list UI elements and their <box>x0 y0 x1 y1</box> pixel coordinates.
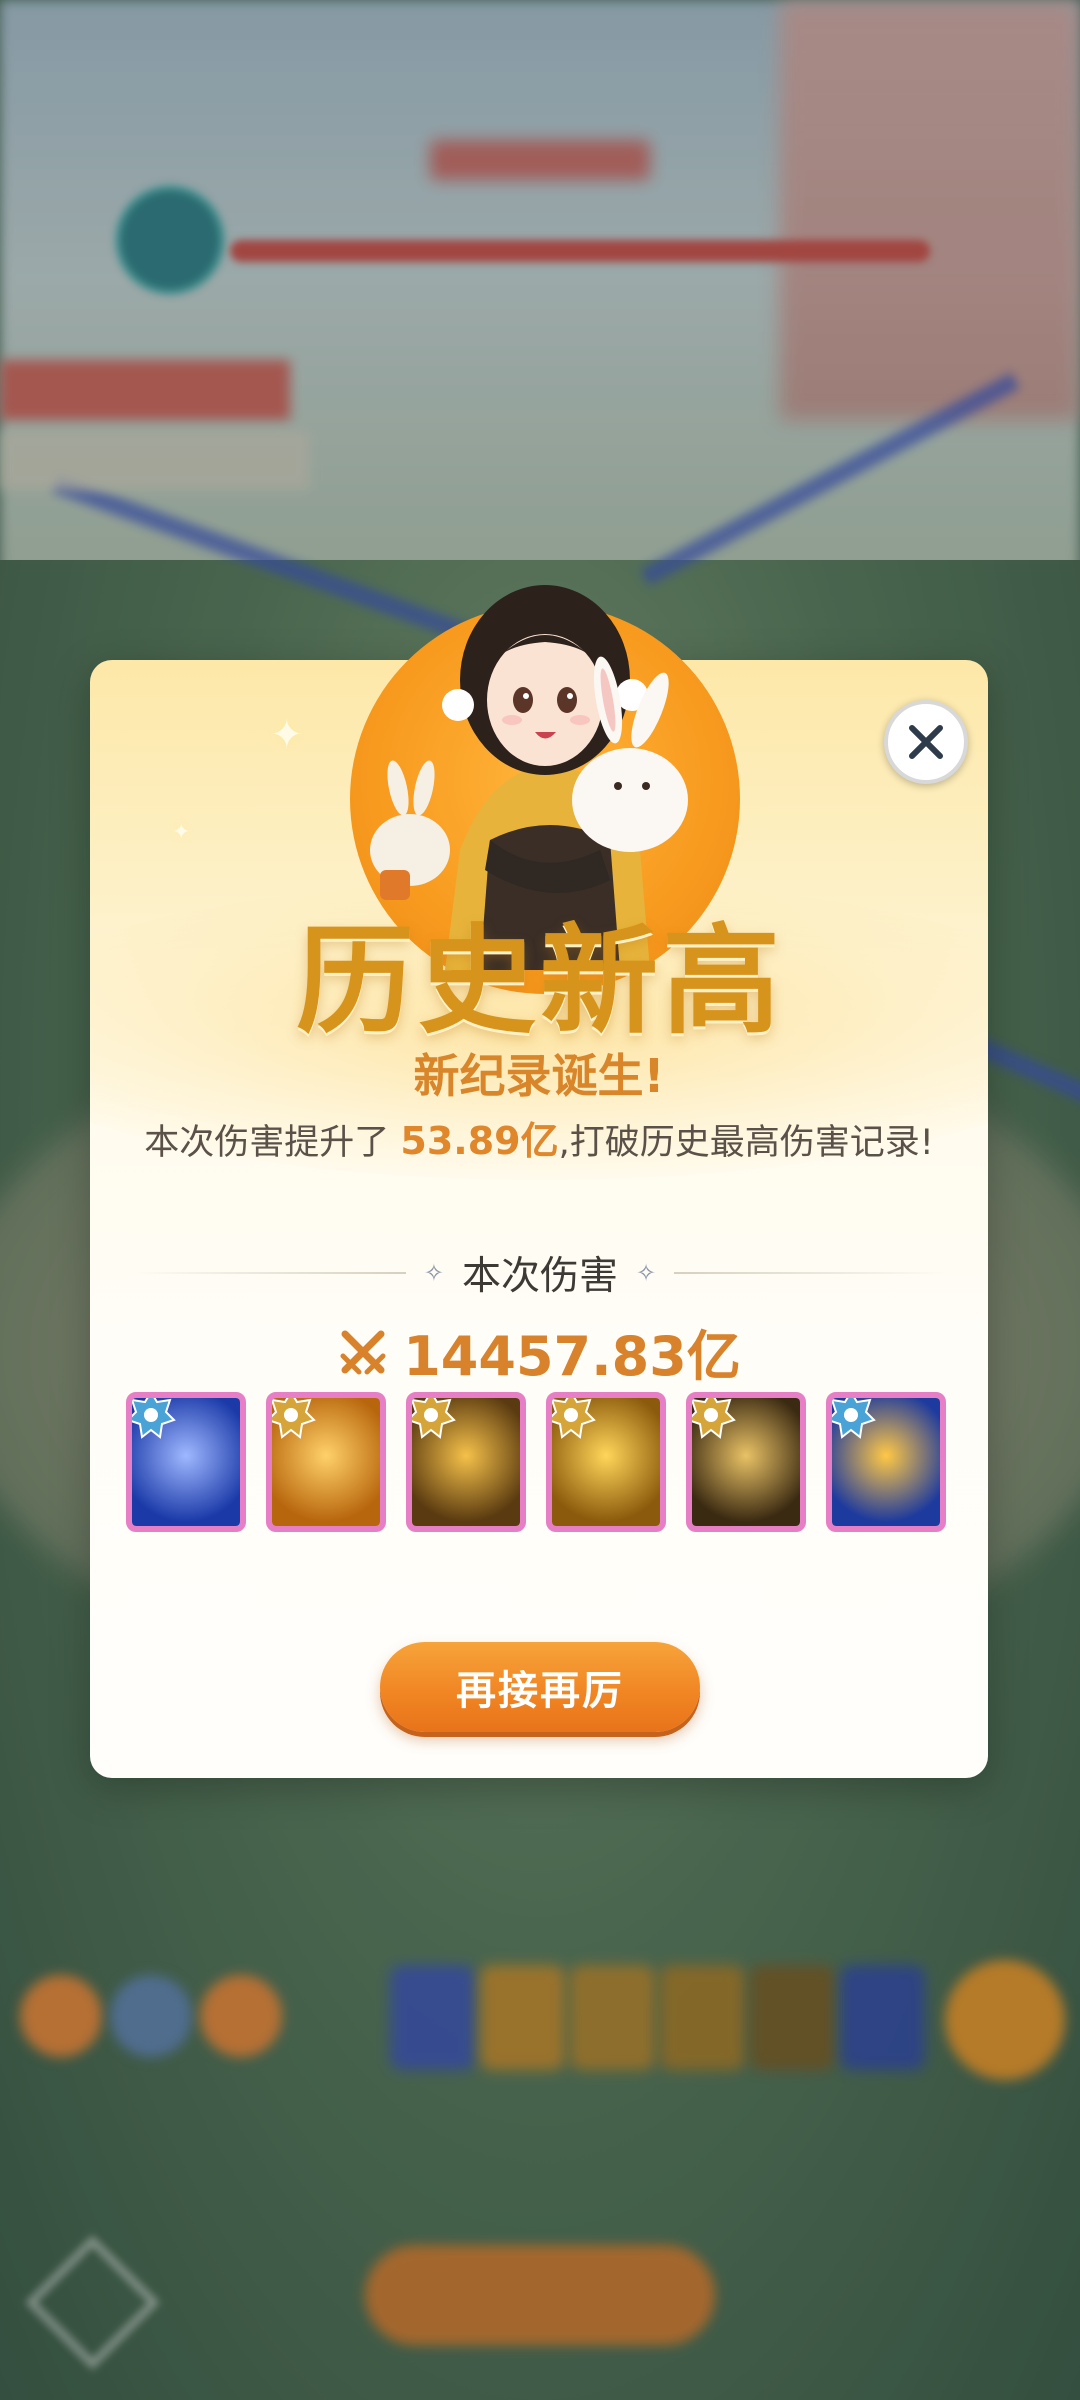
diamond-ornament-icon: ✧ <box>636 1259 657 1287</box>
try-again-button[interactable]: 再接再厉 <box>380 1642 700 1732</box>
damage-value: 14457.83亿 <box>403 1325 741 1388</box>
damage-increase-value: 53.89亿 <box>400 1119 559 1163</box>
diamond-ornament-icon: ✧ <box>423 1259 444 1287</box>
skill-card <box>406 1392 526 1532</box>
damage-total: 14457.83亿 <box>90 1312 988 1391</box>
water-badge-icon <box>832 1398 876 1439</box>
try-again-label: 再接再厉 <box>456 1668 624 1714</box>
skill-card <box>546 1392 666 1532</box>
close-button[interactable] <box>884 700 968 784</box>
divider-line <box>130 1272 406 1274</box>
description-suffix: ,打破历史最高伤害记录! <box>558 1123 934 1163</box>
skill-card <box>266 1392 386 1532</box>
skill-card <box>126 1392 246 1532</box>
popup-title: 历史新高 <box>295 912 784 1050</box>
section-label: 本次伤害 <box>462 1254 619 1299</box>
skill-card <box>826 1392 946 1532</box>
crossed-swords-icon <box>340 1330 386 1374</box>
gold-badge-icon <box>692 1398 736 1439</box>
close-icon <box>909 725 943 759</box>
divider-line <box>674 1272 951 1274</box>
sparkle-icon: ✦ <box>172 820 191 845</box>
water-badge-icon <box>132 1398 176 1439</box>
gold-badge-icon <box>272 1398 316 1439</box>
skill-list <box>126 1392 946 1538</box>
section-header: ✧ 本次伤害 ✧ <box>130 1248 951 1299</box>
popup-subtitle: 新纪录诞生! <box>413 1049 665 1103</box>
skill-card <box>686 1392 806 1532</box>
description-prefix: 本次伤害提升了 <box>144 1123 401 1163</box>
gold-badge-icon <box>412 1398 456 1439</box>
popup-description: 本次伤害提升了 53.89亿,打破历史最高伤害记录! <box>90 1110 988 1165</box>
gold-badge-icon <box>552 1398 596 1439</box>
sparkle-icon: ✦ <box>270 712 304 758</box>
